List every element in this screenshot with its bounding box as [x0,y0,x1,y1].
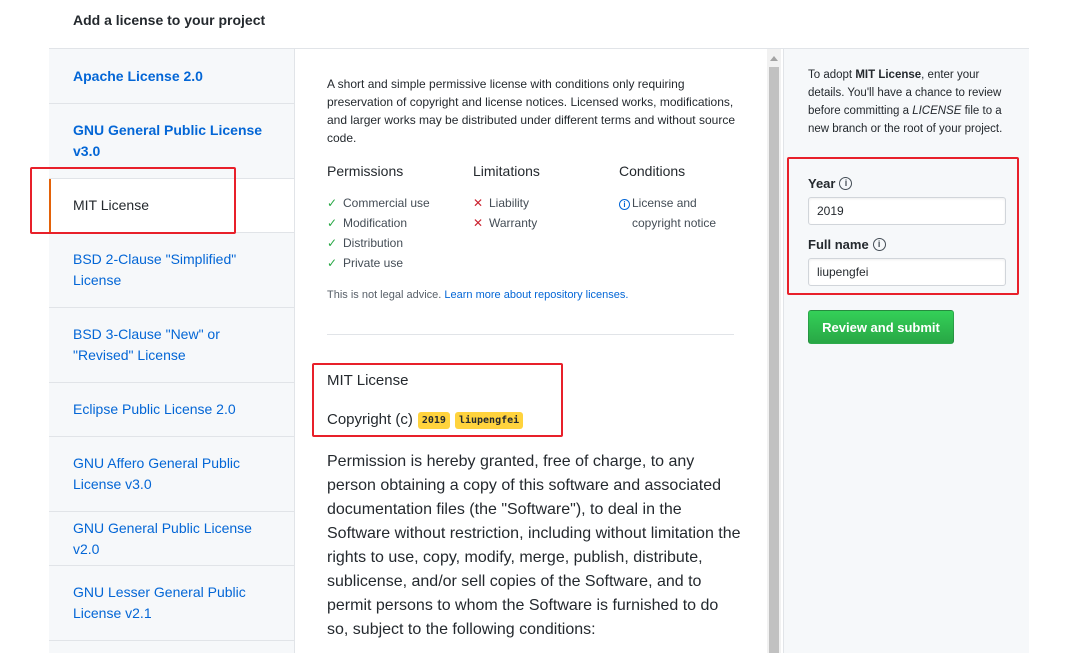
permission-label: Modification [343,216,408,230]
year-label: Year i [808,176,853,191]
sidebar-item-eclipse[interactable]: Eclipse Public License 2.0 [49,383,294,437]
limitations-heading: Limitations [473,163,540,179]
permission-item: ✓ Distribution [327,233,430,253]
check-icon: ✓ [327,216,338,230]
sidebar-item-bsd3[interactable]: BSD 3-Clause "New" or "Revised" License [49,308,294,383]
permission-label: Commercial use [343,196,430,210]
sidebar-item-label: BSD 2-Clause "Simplified" License [73,251,237,288]
info-icon: i [619,193,630,213]
sidebar-item-label: GNU General Public License v3.0 [73,122,263,159]
sidebar-item-agpl3[interactable]: GNU Affero General Public License v3.0 [49,437,294,512]
scrollbar-thumb[interactable] [769,67,779,653]
sidebar-item-label: GNU Lesser General Public License v2.1 [73,584,246,621]
license-preview: A short and simple permissive license wi… [296,49,767,653]
conditions-heading: Conditions [619,163,686,179]
legal-text: This is not legal advice. [327,289,442,301]
permissions-column: Permissions ✓ Commercial use ✓ Modificatio… [327,161,430,273]
scrollbar[interactable] [767,49,781,653]
full-name-label: Full name i [808,237,886,252]
limitation-item: ✕ Liability [473,193,540,213]
legal-note: This is not legal advice. Learn more abo… [327,286,628,304]
review-and-submit-button[interactable]: Review and submit [808,310,954,344]
conditions-column: Conditions i License and copyright notice [619,161,734,233]
check-icon: ✓ [327,256,338,270]
divider [327,334,734,335]
learn-more-link[interactable]: Learn more about repository licenses. [444,289,628,301]
sidebar-item-label: MIT License [73,197,149,213]
info-icon[interactable]: i [839,177,853,190]
full-name-input[interactable] [808,258,1006,286]
limitation-label: Liability [489,196,530,210]
copyright-prefix: Copyright (c) [327,411,413,428]
page-title: Add a license to your project [73,12,266,28]
year-tag: 2019 [417,411,450,429]
name-tag: liupengfei [454,411,524,429]
condition-item: i License and copyright notice [619,193,734,233]
sidebar-item-label: BSD 3-Clause "New" or "Revised" License [73,326,220,363]
permission-label: Distribution [343,236,404,250]
permission-item: ✓ Modification [327,213,430,233]
limitations-column: Limitations ✕ Liability ✕ Warranty [473,161,540,233]
scroll-up-arrow-icon[interactable] [770,56,778,61]
info-icon[interactable]: i [872,238,886,251]
license-body: Permission is hereby granted, free of ch… [327,453,741,638]
sidebar-item-mit[interactable]: MIT License [49,179,294,233]
sidebar-item-label: GNU General Public License v2.0 [73,519,252,557]
check-icon: ✓ [327,196,338,210]
year-input[interactable] [808,197,1006,225]
sidebar-item-gpl3[interactable]: GNU General Public License v3.0 [49,104,294,179]
adopt-instructions: To adopt MIT License, enter your details… [808,69,1003,135]
copyright-line: Copyright (c) 2019 liupengfei [327,409,524,431]
license-title: MIT License [327,372,409,389]
sidebar-item-label: GNU Affero General Public License v3.0 [73,455,241,492]
license-description: A short and simple permissive license wi… [327,77,735,145]
x-icon: ✕ [473,196,484,210]
license-details-panel: To adopt MIT License, enter your details… [783,49,1029,653]
sidebar-item-lgpl21[interactable]: GNU Lesser General Public License v2.1 [49,566,294,641]
x-icon: ✕ [473,216,484,230]
condition-label: License and copyright notice [632,196,717,230]
check-icon: ✓ [327,236,338,250]
sidebar-item-apache[interactable]: Apache License 2.0 [49,49,294,104]
limitation-label: Warranty [489,216,538,230]
limitation-item: ✕ Warranty [473,213,540,233]
permission-label: Private use [343,256,404,270]
permissions-heading: Permissions [327,163,404,179]
license-sidebar: Apache License 2.0 GNU General Public Li… [49,49,295,653]
sidebar-item-gpl2[interactable]: GNU General Public License v2.0 [49,512,294,566]
sidebar-item-label: Apache License 2.0 [73,67,203,84]
sidebar-item-bsd2[interactable]: BSD 2-Clause "Simplified" License [49,233,294,308]
permission-item: ✓ Commercial use [327,193,430,213]
permission-item: ✓ Private use [327,253,430,273]
sidebar-item-label: Eclipse Public License 2.0 [73,401,236,417]
